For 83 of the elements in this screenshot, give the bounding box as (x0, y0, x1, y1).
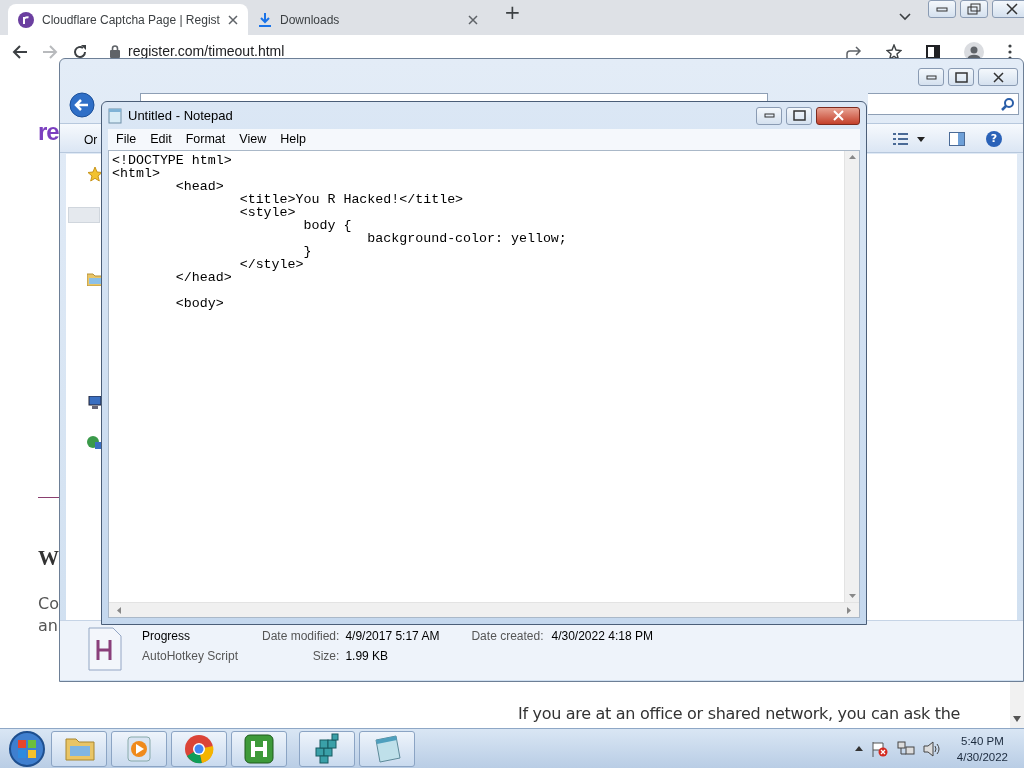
maximize-icon (954, 71, 968, 83)
paragraph-text: If you are at an office or shared network, you can ask the (518, 704, 961, 723)
scroll-down-arrow-icon[interactable] (1013, 716, 1021, 722)
created-date: 4/30/2022 4:18 PM (551, 628, 653, 645)
minimize-button[interactable] (756, 106, 782, 125)
close-icon[interactable] (468, 14, 478, 25)
paragraph-text: an (38, 616, 58, 635)
clock-time[interactable]: 5:40 PM (956, 732, 1008, 749)
search-field[interactable] (868, 93, 1019, 115)
heading-text: W (38, 546, 59, 571)
minimize-button[interactable] (928, 0, 956, 18)
lock-icon (110, 45, 120, 58)
star-icon[interactable] (886, 43, 902, 60)
vertical-scrollbar[interactable] (844, 151, 859, 602)
close-icon (832, 110, 844, 121)
paragraph-text: Co (38, 594, 59, 613)
restore-icon (967, 3, 981, 15)
maximize-button[interactable] (948, 68, 974, 86)
minimize-icon (936, 6, 948, 12)
scrollbar[interactable] (1010, 682, 1024, 728)
window-title: Untitled - Notepad (128, 106, 233, 125)
search-icon[interactable] (1001, 97, 1014, 111)
restore-button[interactable] (960, 0, 988, 18)
star-icon[interactable] (87, 166, 103, 182)
url-text[interactable]: register.com/timeout.html (128, 41, 285, 62)
scroll-right-arrow-icon[interactable] (847, 606, 851, 614)
horizontal-scrollbar[interactable] (109, 602, 859, 617)
created-label: Date created: (471, 628, 544, 645)
action-center-flag-icon[interactable] (870, 740, 889, 757)
browser-tab[interactable]: Cloudflare Captcha Page | Regist (8, 4, 248, 35)
back-arrow-icon[interactable] (12, 43, 28, 60)
minimize-button[interactable] (918, 68, 944, 86)
computer-icon[interactable] (87, 396, 103, 410)
file-type: AutoHotkey Script (142, 648, 240, 665)
address-field[interactable] (140, 93, 768, 101)
chevron-down-icon[interactable] (899, 13, 911, 21)
reload-icon[interactable] (72, 43, 88, 60)
size-label: Size: (311, 648, 340, 665)
network-icon[interactable] (896, 740, 915, 757)
menu-item[interactable]: View (233, 130, 273, 149)
scroll-left-arrow-icon[interactable] (117, 606, 121, 614)
clock-date[interactable]: 4/30/2022 (956, 748, 1008, 765)
file-name: Progress (142, 628, 192, 645)
show-hidden-icons-icon[interactable] (854, 746, 863, 751)
script-file-icon (88, 627, 122, 671)
close-icon (992, 71, 1004, 83)
minimize-icon (925, 74, 937, 80)
scroll-down-arrow-icon[interactable] (848, 594, 856, 598)
close-icon[interactable] (228, 14, 238, 25)
file-size: 1.99 KB (345, 648, 390, 665)
taskbar-button[interactable] (299, 730, 355, 767)
browser-tab[interactable]: Downloads (248, 4, 488, 35)
menu-item[interactable]: Help (274, 130, 312, 149)
logo-text: re (38, 118, 59, 146)
close-button[interactable] (992, 0, 1024, 18)
start-button-icon[interactable] (7, 728, 47, 768)
new-tab-button[interactable]: + (504, 0, 521, 27)
download-icon (258, 11, 272, 28)
minimize-icon (763, 113, 775, 118)
maximize-icon (792, 110, 806, 121)
site-favicon (18, 11, 34, 28)
close-button[interactable] (978, 68, 1018, 86)
menu-item[interactable]: File (110, 130, 143, 149)
h-script-icon (242, 731, 276, 766)
modified-date: 4/9/2017 5:17 AM (345, 628, 440, 645)
view-options-icon[interactable] (893, 132, 927, 146)
help-button[interactable]: ? (986, 131, 1002, 147)
share-icon[interactable] (846, 44, 862, 59)
close-icon (1006, 3, 1018, 15)
side-panel-icon[interactable] (926, 44, 940, 59)
taskbar-button[interactable] (171, 730, 227, 767)
close-button[interactable] (816, 106, 860, 125)
preview-pane-icon[interactable] (949, 132, 965, 146)
menu-item[interactable]: Format (179, 130, 232, 149)
notepad-icon (108, 107, 122, 124)
taskbar-button[interactable] (359, 730, 415, 767)
scroll-up-arrow-icon[interactable] (848, 155, 856, 159)
organize-menu[interactable]: Or (84, 131, 98, 149)
modified-label: Date modified: (262, 628, 340, 645)
maximize-button[interactable] (786, 106, 812, 125)
volume-icon[interactable] (922, 740, 941, 757)
menu-item[interactable]: Edit (144, 130, 178, 149)
taskbar-button[interactable] (231, 730, 287, 767)
